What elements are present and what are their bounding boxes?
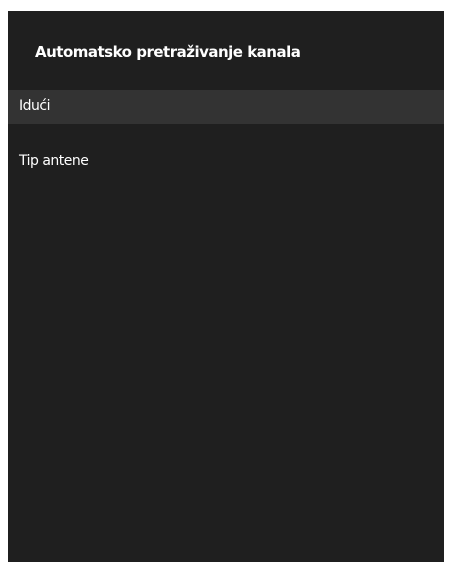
menu-item-antenna-type[interactable]: Tip antene <box>8 145 444 179</box>
auto-channel-search-panel: Automatsko pretraživanje kanala Idući Ti… <box>8 11 444 562</box>
panel-title: Automatsko pretraživanje kanala <box>35 43 301 61</box>
menu-item-next[interactable]: Idući <box>8 90 444 124</box>
options-menu: Idući Tip antene <box>8 90 444 179</box>
